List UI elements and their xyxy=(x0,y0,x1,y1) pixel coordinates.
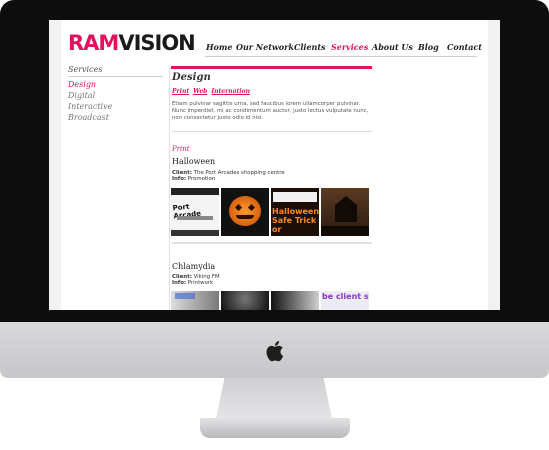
info-value: Printwork xyxy=(187,280,214,287)
thumbnail-halloween-poster[interactable]: Halloween Safe Trick or xyxy=(271,188,319,236)
nav-clients[interactable]: Clients xyxy=(294,42,326,52)
sidebar-item-broadcast[interactable]: Broadcast xyxy=(68,113,109,122)
nav-contact[interactable]: Contact xyxy=(447,42,482,52)
thumbnail-haunted-house[interactable] xyxy=(321,188,369,236)
sidebar-item-digital[interactable]: Digital xyxy=(68,91,95,100)
nav-our-network[interactable]: Our Network xyxy=(236,42,294,52)
client-value: The Port Arcades shopping centre xyxy=(193,170,285,176)
project-meta-halloween: Client: The Port Arcades shopping centre… xyxy=(172,170,285,183)
sub-nav: Print Web Internation xyxy=(172,88,254,95)
sidebar-divider xyxy=(68,76,163,77)
thumbnail-row-chlamydia: be client sti xyxy=(171,291,369,310)
nav-divider xyxy=(205,56,477,57)
project-divider xyxy=(172,242,372,244)
thumbnail-port-arcade[interactable]: Port Arcade xyxy=(171,188,219,236)
sidebar-title: Services xyxy=(68,65,103,74)
website-page: RAMVISION Home Our Network Clients Servi… xyxy=(61,20,488,310)
nav-about-us[interactable]: About Us xyxy=(372,42,413,52)
brand-logo-vision: VISION xyxy=(118,31,195,55)
sidebar-item-design[interactable]: Design xyxy=(68,80,96,89)
monitor-stand-foot xyxy=(200,418,350,438)
screen: RAMVISION Home Our Network Clients Servi… xyxy=(49,20,500,310)
project-title-chlamydia: Chlamydia xyxy=(172,262,216,271)
thumbnail-face-3[interactable] xyxy=(271,291,319,310)
nav-services[interactable]: Services xyxy=(331,42,368,52)
client-label: Client: xyxy=(172,274,192,280)
sidebar-separator xyxy=(169,68,170,310)
brand-logo[interactable]: RAMVISION xyxy=(68,31,196,55)
section-label[interactable]: Print xyxy=(172,145,190,153)
brand-logo-ram: RAM xyxy=(68,31,119,55)
sub-link-web[interactable]: Web xyxy=(193,88,207,95)
nav-blog[interactable]: Blog xyxy=(418,42,439,52)
client-value: Viking FM xyxy=(193,274,220,280)
thumbnail-row-halloween: Port Arcade Halloween Safe Trick or xyxy=(171,188,369,236)
thumbnail-text: Halloween Safe Trick or xyxy=(272,207,319,234)
accent-bar xyxy=(171,66,372,69)
info-value: Promotion xyxy=(187,176,216,183)
intro-text: Etiam pulvinar sagittis urna, sed faucib… xyxy=(172,101,369,121)
thumbnail-face-1[interactable] xyxy=(171,291,219,310)
page-title: Design xyxy=(172,72,211,83)
thumbnail-text-poster[interactable]: be client sti xyxy=(321,291,369,310)
content-divider xyxy=(172,131,372,132)
sidebar-item-interactive[interactable]: Interactive xyxy=(68,102,112,111)
sub-link-internation[interactable]: Internation xyxy=(211,88,250,95)
thumbnail-pumpkin[interactable] xyxy=(221,188,269,236)
sub-link-print[interactable]: Print xyxy=(172,88,189,95)
info-label: Info: xyxy=(172,176,187,183)
info-label: Info: xyxy=(172,280,187,287)
nav-home[interactable]: Home xyxy=(206,42,232,52)
project-meta-chlamydia: Client: Viking FM Info: Printwork xyxy=(172,274,220,287)
thumbnail-face-2[interactable] xyxy=(221,291,269,310)
apple-logo-icon xyxy=(266,341,284,362)
client-label: Client: xyxy=(172,170,192,176)
project-title-halloween: Halloween xyxy=(172,157,216,166)
thumbnail-text: be client sti xyxy=(322,292,369,301)
